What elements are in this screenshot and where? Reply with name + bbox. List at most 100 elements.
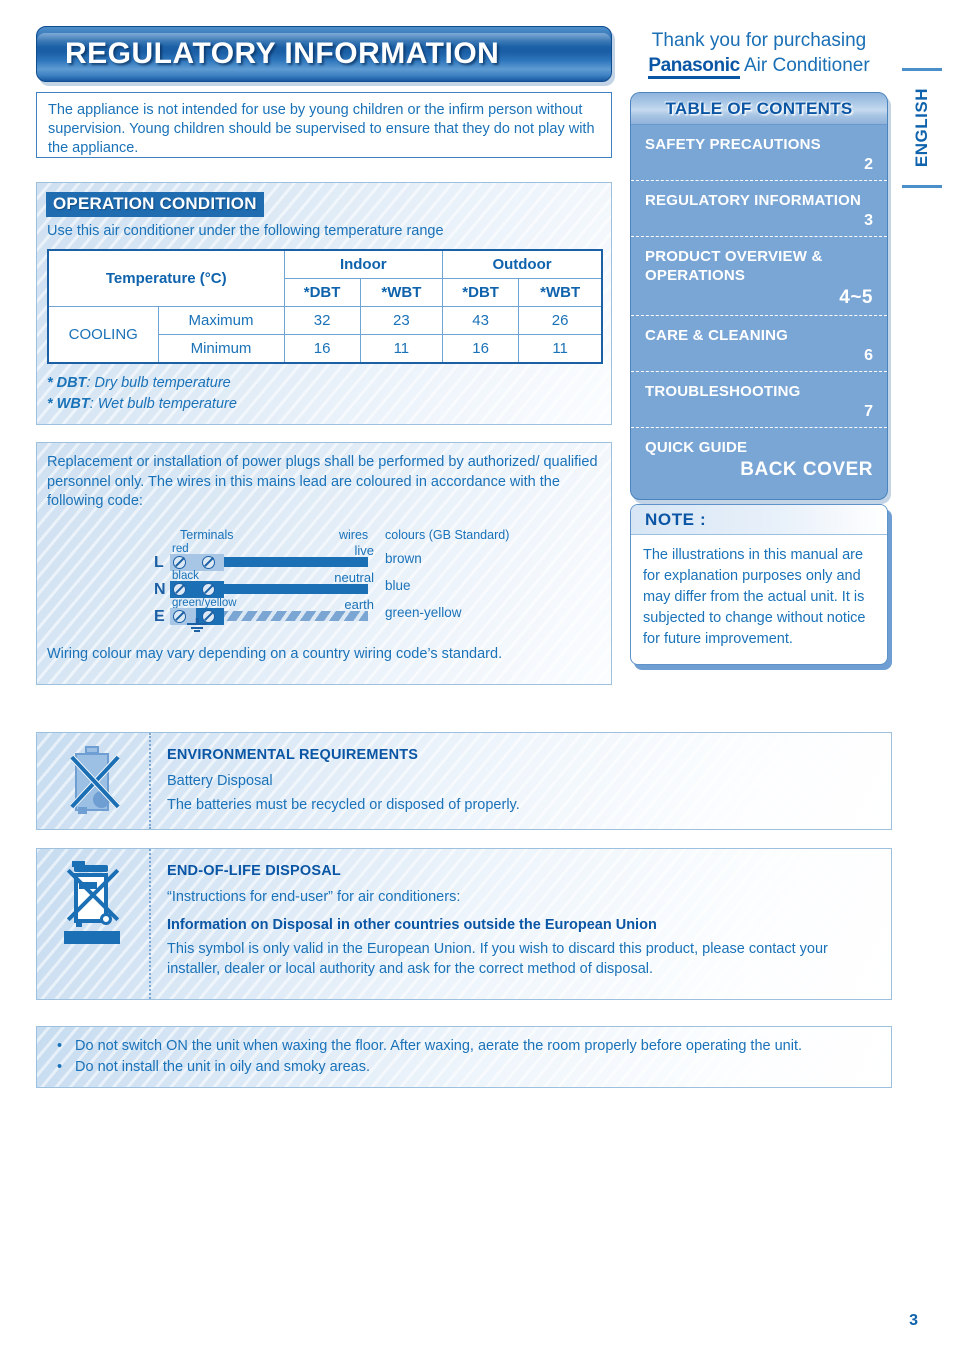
list-item: Do not switch ON the unit when waxing th… (53, 1036, 891, 1057)
terminal-letter-n: N (154, 580, 166, 598)
minimum-outdoor-dbt: 16 (442, 334, 520, 364)
battery-disposal-label: Battery Disposal (167, 773, 273, 789)
toc-item-product-overview-operations[interactable]: PRODUCT OVERVIEW & OPERATIONS 4~5 (631, 237, 887, 316)
children-warning-box: The appliance is not intended for use by… (36, 92, 612, 158)
minimum-indoor-wbt: 11 (359, 334, 444, 364)
wiring-row-neutral: N black neutral blue (152, 569, 532, 599)
toc-item-page: 3 (864, 212, 873, 229)
maximum-outdoor-wbt: 26 (518, 306, 603, 335)
maximum-indoor-dbt: 32 (283, 306, 361, 335)
wire-lead-brown (224, 556, 368, 567)
screw-icon (202, 555, 215, 569)
wiring-wires-header: wires (339, 527, 369, 542)
table-of-contents: TABLE OF CONTENTS SAFETY PRECAUTIONS 2 R… (630, 92, 888, 500)
screw-icon (173, 609, 186, 623)
additional-warnings-panel: Do not switch ON the unit when waxing th… (36, 1026, 892, 1088)
toc-title: TABLE OF CONTENTS (665, 98, 853, 118)
environmental-heading: ENVIRONMENTAL REQUIREMENTS (167, 747, 419, 763)
temperature-range-table: Temperature (°C) Indoor Outdoor *DBT *WB… (47, 249, 603, 364)
toc-item-page: 7 (864, 403, 873, 420)
toc-item-troubleshooting[interactable]: TROUBLESHOOTING 7 (631, 372, 887, 428)
wire-name-live: live (354, 542, 374, 558)
terminal-letter-l: L (154, 553, 164, 571)
maximum-indoor-wbt: 23 (359, 306, 444, 335)
list-item: Do not install the unit in oily and smok… (53, 1057, 891, 1078)
footnote-wbt: * WBT: Wet bulb temperature (47, 394, 611, 415)
toc-item-regulatory-information[interactable]: REGULATORY INFORMATION 3 (631, 181, 887, 237)
note-header: NOTE : (631, 505, 887, 535)
toc-item-label: CARE & CLEANING (645, 327, 789, 344)
indoor-dbt-header: *DBT (283, 278, 361, 307)
toc-item-page: 6 (864, 347, 873, 364)
earth-ground-icon (186, 617, 208, 633)
wiring-intro-text: Replacement or installation of power plu… (47, 454, 598, 509)
wiring-row-earth: E green/yellow earth green-yellow (152, 596, 532, 626)
footnote-dbt-abbr: * DBT (47, 375, 87, 391)
eol-icon-column (37, 849, 149, 999)
wire-colour-brown: brown (385, 550, 422, 566)
wiring-diagram: Terminals wires colours (GB Standard) L … (152, 527, 532, 633)
toc-item-page: BACK COVER (740, 459, 873, 480)
screw-icon (173, 555, 186, 569)
language-tab-english: ENGLISH (902, 68, 942, 188)
wiring-terminals-header: Terminals (180, 527, 234, 542)
footnote-dbt-text: : Dry bulb temperature (86, 375, 231, 391)
panasonic-logo: Panasonic (648, 55, 740, 79)
toc-item-label: TROUBLESHOOTING (645, 383, 801, 400)
note-text: The illustrations in this manual are for… (643, 547, 866, 647)
footnote-wbt-abbr: * WBT (47, 396, 90, 412)
terminal-letter-e: E (154, 607, 165, 625)
temperature-label-cell: Temperature (°C) (47, 249, 285, 307)
wire-colour-blue: blue (385, 577, 411, 593)
indoor-wbt-header: *WBT (359, 278, 444, 307)
page-title-banner: REGULATORY INFORMATION (36, 26, 612, 82)
eol-disposal-body-text: This symbol is only valid in the Europea… (167, 941, 828, 977)
toc-item-care-cleaning[interactable]: CARE & CLEANING 6 (631, 316, 887, 372)
toc-item-label: SAFETY PRECAUTIONS (645, 136, 821, 153)
wire-name-earth: earth (344, 596, 374, 612)
environmental-text-column: ENVIRONMENTAL REQUIREMENTS Battery Dispo… (149, 733, 891, 829)
environmental-icon-column (37, 733, 149, 829)
wire-colour-green-yellow: green-yellow (385, 604, 462, 620)
wiring-colours-header: colours (GB Standard) (385, 527, 510, 542)
wire-name-neutral: neutral (334, 569, 374, 585)
temperature-footnotes: * DBT: Dry bulb temperature * WBT: Wet b… (47, 373, 611, 415)
operation-condition-panel: OPERATION CONDITION Use this air conditi… (36, 182, 612, 425)
toc-item-quick-guide[interactable]: QUICK GUIDE BACK COVER (631, 428, 887, 487)
thank-you-header: Thank you for purchasing Panasonic Air C… (628, 28, 890, 79)
eol-disposal-info-heading: Information on Disposal in other countri… (167, 917, 657, 933)
page-number: 3 (909, 1312, 918, 1329)
wire-lead-green-yellow (224, 610, 368, 621)
maximum-label-cell: Maximum (157, 306, 285, 335)
environmental-requirements-panel: ENVIRONMENTAL REQUIREMENTS Battery Dispo… (36, 732, 892, 830)
screw-icon (202, 582, 215, 596)
note-title: NOTE : (645, 509, 707, 529)
crossed-out-wheelie-bin-icon (62, 861, 124, 951)
cooling-mode-cell: COOLING (47, 306, 159, 364)
toc-item-safety-precautions[interactable]: SAFETY PRECAUTIONS 2 (631, 125, 887, 181)
thank-you-line: Thank you for purchasing (651, 30, 867, 51)
eol-heading: END-OF-LIFE DISPOSAL (167, 863, 341, 879)
footnote-wbt-text: : Wet bulb temperature (89, 396, 237, 412)
minimum-outdoor-wbt: 11 (518, 334, 603, 364)
environmental-requirements-content: ENVIRONMENTAL REQUIREMENTS Battery Dispo… (37, 733, 891, 829)
operation-condition-heading: OPERATION CONDITION (46, 192, 264, 217)
end-of-life-disposal-panel: END-OF-LIFE DISPOSAL “Instructions for e… (36, 848, 892, 1000)
toc-item-page: 4~5 (839, 287, 873, 308)
terminal-block-icon (170, 580, 224, 598)
maximum-outdoor-dbt: 43 (442, 306, 520, 335)
wiring-footer-text: Wiring colour may vary depending on a co… (47, 646, 503, 662)
page-title: REGULATORY INFORMATION (65, 37, 500, 70)
toc-header: TABLE OF CONTENTS (631, 93, 887, 125)
wiring-instructions-panel: Replacement or installation of power plu… (36, 442, 612, 685)
end-of-life-content: END-OF-LIFE DISPOSAL “Instructions for e… (37, 849, 891, 999)
product-name: Air Conditioner (744, 55, 870, 76)
indoor-group-header: Indoor (283, 249, 444, 279)
toc-item-label: PRODUCT OVERVIEW & OPERATIONS (645, 248, 823, 284)
note-box: NOTE : The illustrations in this manual … (630, 504, 888, 665)
footnote-dbt: * DBT: Dry bulb temperature (47, 373, 611, 394)
screw-icon (173, 582, 186, 596)
toc-item-label: QUICK GUIDE (645, 439, 748, 456)
wire-lead-blue (224, 583, 368, 594)
battery-disposal-text: The batteries must be recycled or dispos… (167, 797, 520, 813)
